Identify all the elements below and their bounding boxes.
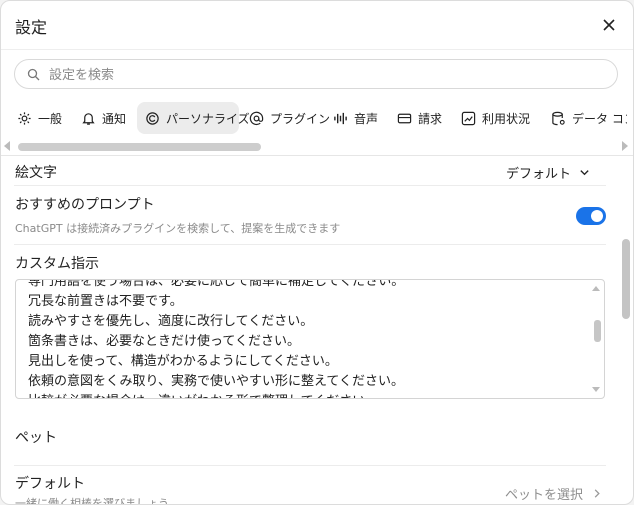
bell-icon <box>82 112 95 125</box>
toggle-knob <box>591 210 603 222</box>
tab-label: データ コントロール <box>572 111 627 126</box>
pet-select-button[interactable]: ペットを選択 <box>505 484 601 503</box>
header-divider <box>1 49 633 50</box>
prompts-description: ChatGPT は接続済みプラグインを検索して、提案を生成できます <box>15 222 341 235</box>
row-divider <box>14 185 606 186</box>
textarea-scroll-down-icon[interactable] <box>592 387 600 392</box>
emoji-select-value: デフォルト <box>505 167 571 182</box>
pet-select-label: ペットを選択 <box>504 488 583 503</box>
tabs-scroll-right-icon[interactable] <box>622 141 628 151</box>
emoji-label: 絵文字 <box>15 165 57 181</box>
personalize-icon <box>146 111 159 125</box>
tab-label: パーソナライズ <box>166 111 250 126</box>
tab-label: プラグイン <box>270 111 331 126</box>
chart-icon <box>461 111 476 125</box>
database-icon <box>552 111 565 125</box>
textarea-scroll-up-icon[interactable] <box>592 286 600 291</box>
tab-plugins[interactable]: プラグイン <box>241 102 330 134</box>
search-input[interactable] <box>47 64 591 86</box>
settings-dialog: 設定 一般 通知 <box>0 0 634 505</box>
at-icon <box>249 111 264 125</box>
tab-general[interactable]: 一般 <box>9 102 71 134</box>
chevron-right-icon <box>594 489 600 498</box>
tab-personalize[interactable]: パーソナライズ <box>137 102 250 134</box>
custom-instructions-label: カスタム指示 <box>15 256 99 272</box>
instruction-line: 見出しを使って、構造がわかるようにしてください。 <box>28 354 338 369</box>
prompts-label: おすすめのプロンプト <box>15 197 155 213</box>
tab-billing[interactable]: 請求 <box>389 102 451 134</box>
prompts-toggle[interactable] <box>576 207 606 225</box>
dialog-title: 設定 <box>15 18 48 37</box>
pet-description: 一緒に働く相棒を選びましょう <box>15 497 169 505</box>
chevron-down-icon <box>580 170 589 176</box>
custom-instructions-textarea[interactable]: 専門用語を使う場合は、必要に応じて簡単に補足してください。冗長な前置きは不要です… <box>15 279 605 399</box>
tabs-scrollbar[interactable] <box>18 143 261 151</box>
tab-voice[interactable]: 音声 <box>325 102 387 134</box>
pet-label: デフォルト <box>15 476 85 492</box>
gear-icon <box>18 111 31 125</box>
instruction-line: 読みやすさを優先し、適度に改行してください。 <box>28 314 314 329</box>
textarea-scrollbar[interactable] <box>594 320 601 342</box>
instruction-line: 箇条書きは、必要なときだけ使ってください。 <box>28 334 300 349</box>
tab-label: 音声 <box>354 111 379 126</box>
waveform-icon <box>334 112 347 124</box>
pet-section-title: ペット <box>15 430 57 446</box>
tabs-scroll-left-icon[interactable] <box>4 141 10 151</box>
tab-label: 通知 <box>102 111 127 126</box>
row-divider <box>14 244 606 245</box>
tabs-divider <box>1 155 633 156</box>
tab-bar: 一般 通知 パーソナライズ プラグイン 音声 請求 利用状況 データ コ <box>7 102 627 134</box>
content-scrollbar[interactable] <box>622 239 630 319</box>
tab-label: 請求 <box>418 111 443 126</box>
emoji-select[interactable]: デフォルト <box>506 163 590 182</box>
instruction-line: 冗長な前置きは不要です。 <box>28 294 183 309</box>
instruction-line: 専門用語を使う場合は、必要に応じて簡単に補足してください。 <box>28 279 405 289</box>
card-icon <box>397 113 412 123</box>
tab-notifications[interactable]: 通知 <box>73 102 135 134</box>
close-icon[interactable] <box>601 17 617 33</box>
tab-data-controls[interactable]: データ コントロール <box>543 102 627 134</box>
textarea-content: 専門用語を使う場合は、必要に応じて簡単に補足してください。冗長な前置きは不要です… <box>28 279 584 398</box>
tab-label: 一般 <box>38 111 63 126</box>
tab-usage[interactable]: 利用状況 <box>453 102 541 134</box>
search-box[interactable] <box>14 59 618 89</box>
instruction-line: 比較が必要な場合は、違いがわかる形で整理してください。 <box>28 392 584 398</box>
row-divider <box>14 465 606 466</box>
search-icon <box>27 68 40 81</box>
tab-label: 利用状況 <box>482 111 531 126</box>
instruction-line: 依頼の意図をくみ取り、実務で使いやすい形に整えてください。 <box>28 374 404 389</box>
